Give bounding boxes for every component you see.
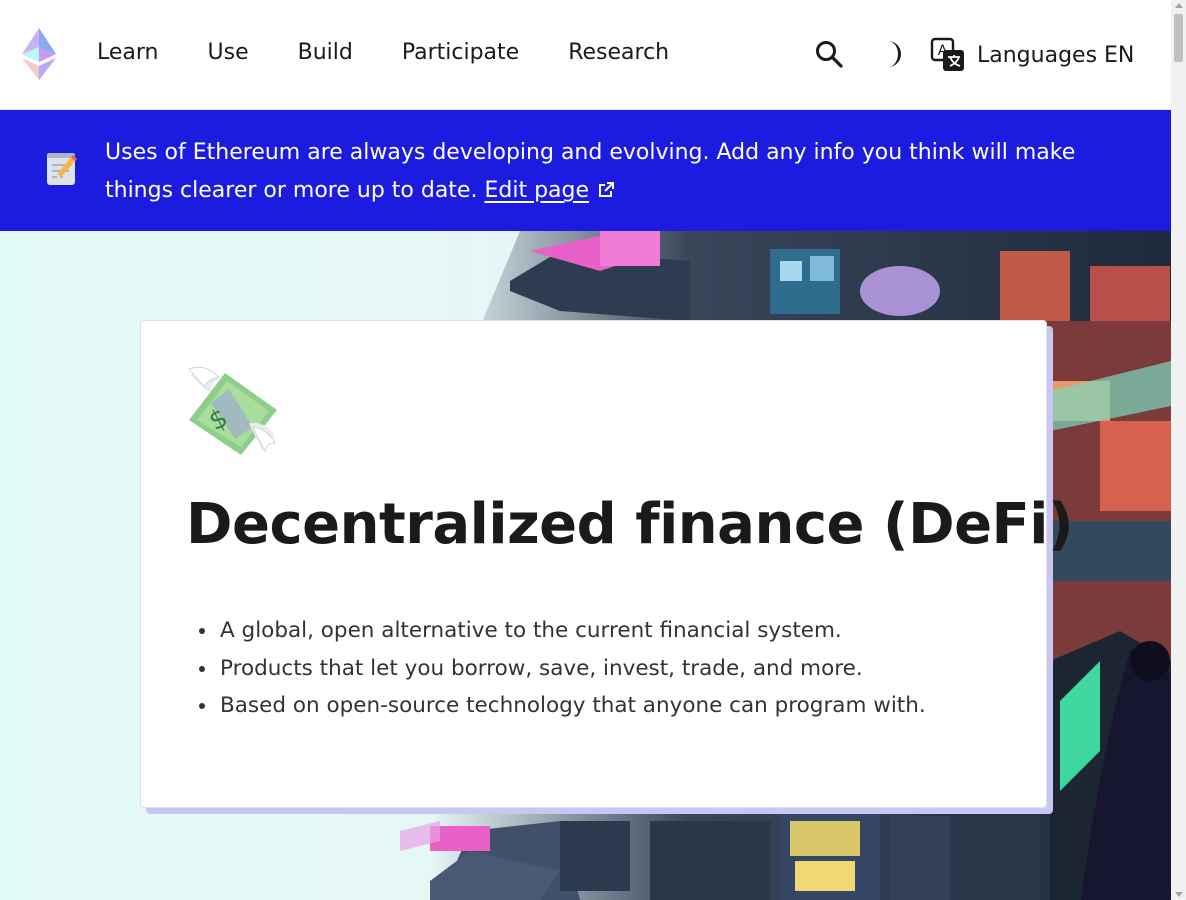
scroll-up-arrow-icon[interactable] [1175,3,1183,8]
moon-icon[interactable] [876,40,902,68]
external-link-icon [599,182,615,197]
scrollbar-thumb[interactable] [1174,14,1183,62]
page-scrollbar[interactable] [1171,0,1186,900]
memo-icon [47,153,77,185]
search-icon[interactable] [815,40,843,68]
nav-link-learn[interactable]: Learn [97,37,159,69]
page-title: Decentralized finance (DeFi) [186,492,1074,557]
list-item: Products that let you borrow, save, inve… [199,650,926,688]
nav-link-research[interactable]: Research [568,37,669,69]
money-with-wings-icon: $ [188,366,277,455]
translate-icon: A [930,37,964,71]
banner-message: Uses of Ethereum are always developing a… [105,134,1115,210]
nav-link-build[interactable]: Build [298,37,353,69]
nav-links: Learn Use Build Participate Research [97,37,718,69]
hero-points: A global, open alternative to the curren… [199,612,926,725]
language-label: Languages EN [977,42,1135,68]
list-item: Based on open-source technology that any… [199,687,926,725]
list-item: A global, open alternative to the curren… [199,612,926,650]
nav-link-use[interactable]: Use [208,37,249,69]
banner-text: Uses of Ethereum are always developing a… [105,140,1076,203]
language-picker[interactable]: A Languages EN [930,37,1134,73]
edit-page-link[interactable]: Edit page [484,178,589,203]
top-navigation: Learn Use Build Participate Research A L… [0,0,1171,110]
scroll-down-arrow-icon[interactable] [1175,892,1183,897]
nav-link-participate[interactable]: Participate [402,37,519,69]
ethereum-logo-icon[interactable] [22,28,56,80]
